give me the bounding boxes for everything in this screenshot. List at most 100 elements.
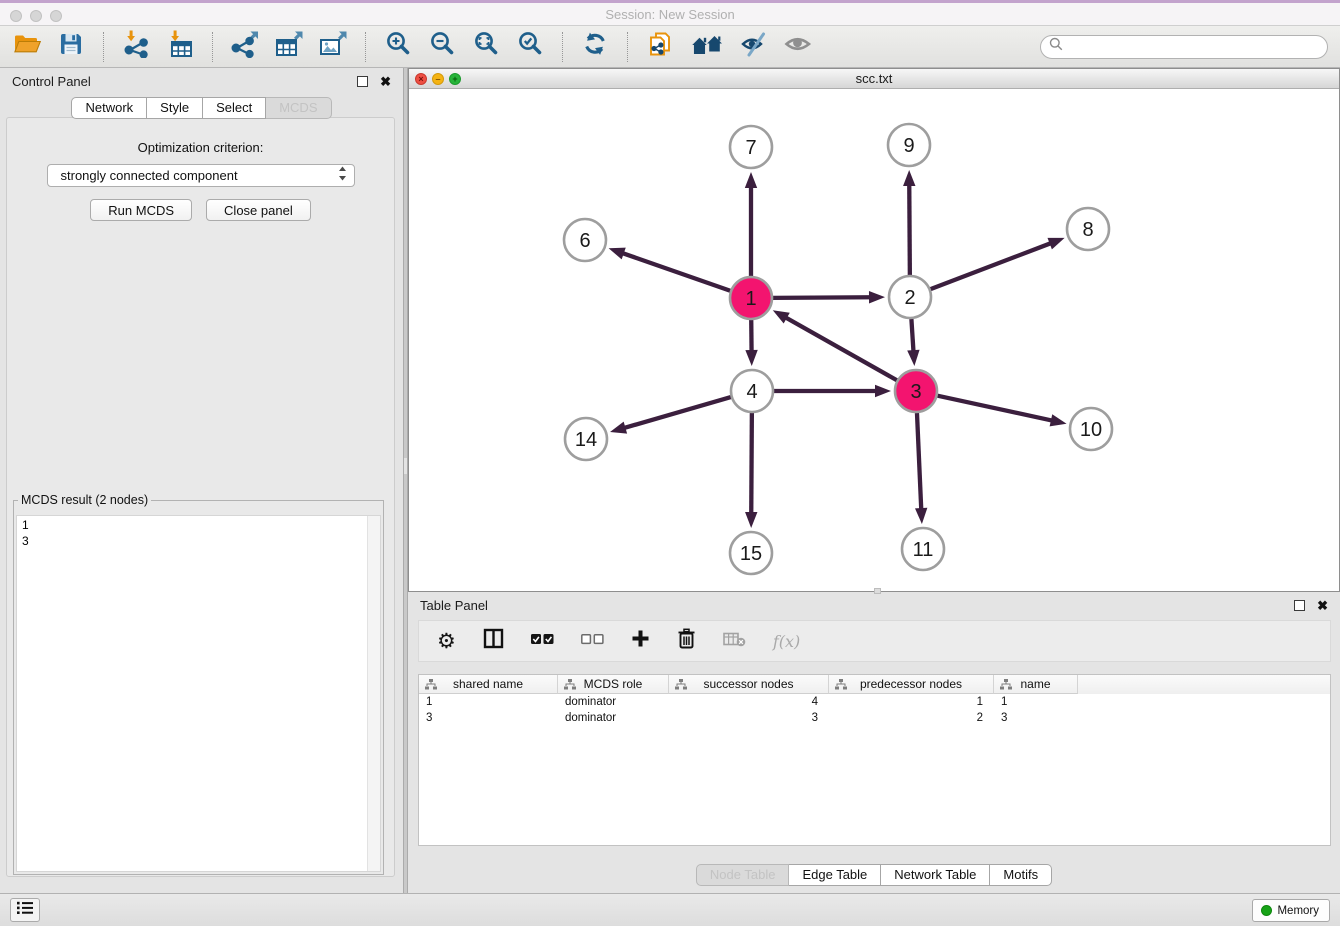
table-cell[interactable]: 3 — [419, 710, 558, 726]
node-4[interactable]: 4 — [731, 370, 773, 412]
edge-3-11[interactable] — [915, 413, 927, 524]
duplicate-network-button[interactable] — [643, 30, 677, 64]
control-tab-style[interactable]: Style — [147, 97, 203, 119]
maximize-network-button[interactable]: + — [449, 73, 461, 85]
zoom-window-button[interactable] — [50, 10, 62, 22]
node-6[interactable]: 6 — [564, 219, 606, 261]
table-tab-network-table[interactable]: Network Table — [881, 864, 990, 886]
mcds-result-list[interactable]: 13 — [16, 515, 381, 872]
edge-1-4[interactable] — [745, 320, 757, 366]
column-header-shared-name[interactable]: shared name — [419, 675, 558, 694]
column-header-successor-nodes[interactable]: successor nodes — [669, 675, 829, 694]
import-network-icon — [121, 30, 151, 63]
table-cell[interactable]: 3 — [994, 710, 1078, 726]
node-15[interactable]: 15 — [730, 532, 772, 574]
splitter-grip[interactable] — [404, 458, 407, 474]
node-2[interactable]: 2 — [889, 276, 931, 318]
node-11[interactable]: 11 — [902, 528, 944, 570]
import-network-button[interactable] — [119, 30, 153, 64]
node-3[interactable]: 3 — [895, 370, 937, 412]
table-cell[interactable]: 2 — [829, 710, 994, 726]
table-cell[interactable]: dominator — [558, 710, 669, 726]
table-cell[interactable]: 4 — [669, 694, 829, 710]
close-panel-button[interactable]: Close panel — [206, 199, 311, 221]
control-tab-mcds[interactable]: MCDS — [266, 97, 331, 119]
table-row[interactable]: 3dominator323 — [419, 710, 1330, 726]
edge-1-2[interactable] — [773, 291, 885, 303]
show-columns-button[interactable] — [483, 628, 504, 654]
table-cell[interactable]: dominator — [558, 694, 669, 710]
table-cell[interactable]: 1 — [994, 694, 1078, 710]
horizontal-splitter-grip[interactable] — [874, 588, 881, 594]
table-settings-button[interactable]: ⚙ — [437, 631, 456, 652]
edge-1-7[interactable] — [745, 172, 757, 276]
edge-4-14[interactable] — [610, 397, 731, 433]
network-canvas[interactable]: 7 9 6 8 1 2 4 3 14 10 15 11 — [409, 89, 1339, 591]
close-panel-icon[interactable]: ✖ — [380, 76, 391, 87]
node-7[interactable]: 7 — [730, 126, 772, 168]
edge-4-15[interactable] — [745, 413, 757, 528]
column-header-name[interactable]: name — [994, 675, 1078, 694]
task-history-button[interactable] — [10, 898, 40, 922]
show-all-button[interactable] — [781, 30, 815, 64]
zoom-selected-button[interactable] — [513, 30, 547, 64]
criterion-select[interactable]: strongly connected component — [47, 164, 355, 187]
run-mcds-button[interactable]: Run MCDS — [90, 199, 192, 221]
zoom-fit-button[interactable] — [469, 30, 503, 64]
close-window-button[interactable] — [10, 10, 22, 22]
node-1[interactable]: 1 — [730, 277, 772, 319]
memory-button[interactable]: Memory — [1252, 899, 1330, 922]
edge-2-8[interactable] — [931, 238, 1065, 289]
column-header-predecessor-nodes[interactable]: predecessor nodes — [829, 675, 994, 694]
zoom-in-button[interactable] — [381, 30, 415, 64]
unselect-all-button[interactable] — [581, 632, 604, 650]
add-row-button[interactable] — [631, 629, 650, 653]
export-network-button[interactable] — [228, 30, 262, 64]
minimize-network-button[interactable]: – — [432, 73, 444, 85]
table-tab-motifs[interactable]: Motifs — [990, 864, 1052, 886]
float-table-panel-icon[interactable] — [1294, 600, 1305, 611]
node-8[interactable]: 8 — [1067, 208, 1109, 250]
table-tab-node-table[interactable]: Node Table — [696, 864, 790, 886]
table-row[interactable]: 1dominator411 — [419, 694, 1330, 710]
export-image-button[interactable] — [316, 30, 350, 64]
delete-row-button[interactable] — [677, 628, 696, 654]
toolbar-separator — [562, 32, 563, 62]
columns-icon — [483, 628, 504, 654]
edge-3-1[interactable] — [773, 310, 897, 380]
node-9[interactable]: 9 — [888, 124, 930, 166]
select-all-button[interactable] — [531, 632, 554, 650]
save-session-button[interactable] — [54, 30, 88, 64]
close-network-button[interactable]: × — [415, 73, 427, 85]
column-header-MCDS-role[interactable]: MCDS role — [558, 675, 669, 694]
edge-2-3[interactable] — [907, 319, 919, 366]
edge-4-3[interactable] — [774, 385, 891, 397]
node-14[interactable]: 14 — [565, 418, 607, 460]
edge-2-9[interactable] — [903, 170, 915, 275]
export-table-button[interactable] — [272, 30, 306, 64]
table-cell[interactable]: 1 — [829, 694, 994, 710]
search-icon — [1049, 37, 1063, 56]
network-window-title: scc.txt — [409, 69, 1339, 88]
import-table-button[interactable] — [163, 30, 197, 64]
zoom-out-button[interactable] — [425, 30, 459, 64]
hide-selected-button[interactable] — [737, 30, 771, 64]
node-10[interactable]: 10 — [1070, 408, 1112, 450]
minimize-window-button[interactable] — [30, 10, 42, 22]
control-tab-select[interactable]: Select — [203, 97, 266, 119]
table-tab-edge-table[interactable]: Edge Table — [789, 864, 881, 886]
open-session-button[interactable] — [10, 30, 44, 64]
toolbar-separator — [103, 32, 104, 62]
close-table-panel-icon[interactable]: ✖ — [1317, 600, 1328, 611]
search-input[interactable] — [1068, 38, 1327, 56]
edge-3-10[interactable] — [937, 396, 1066, 427]
result-scrollbar[interactable] — [367, 516, 380, 871]
float-panel-icon[interactable] — [357, 76, 368, 87]
refresh-network-button[interactable] — [578, 30, 612, 64]
table-cell[interactable]: 3 — [669, 710, 829, 726]
edge-1-6[interactable] — [609, 248, 731, 291]
table-cell[interactable]: 1 — [419, 694, 558, 710]
control-tab-network[interactable]: Network — [71, 97, 147, 119]
home-button[interactable] — [687, 30, 727, 64]
node-table-header: shared nameMCDS rolesuccessor nodesprede… — [419, 675, 1330, 694]
